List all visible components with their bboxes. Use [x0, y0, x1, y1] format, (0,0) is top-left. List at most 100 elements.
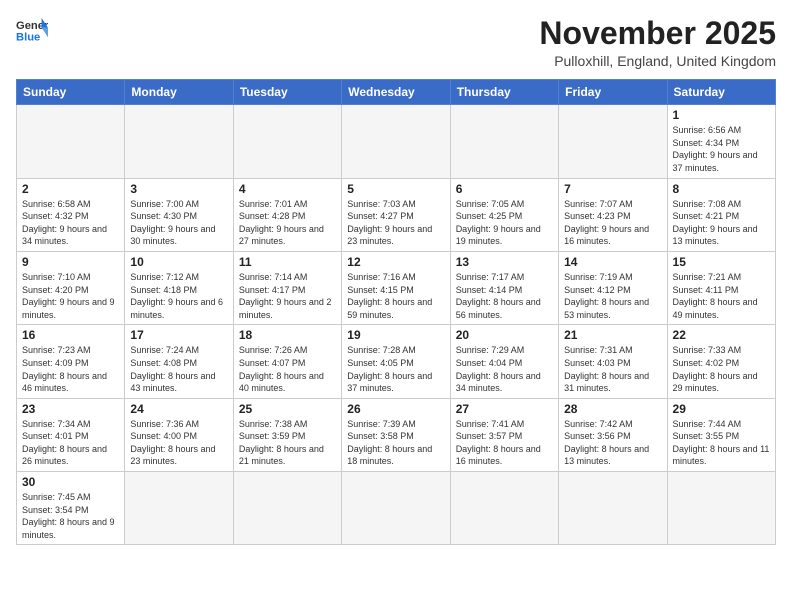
- day-info: Sunrise: 7:05 AM Sunset: 4:25 PM Dayligh…: [456, 198, 553, 248]
- calendar-cell: 16Sunrise: 7:23 AM Sunset: 4:09 PM Dayli…: [17, 325, 125, 398]
- weekday-header-saturday: Saturday: [667, 80, 775, 105]
- calendar-week-2: 2 Sunrise: 6:58 AM Sunset: 4:32 PM Daylig…: [17, 178, 776, 251]
- calendar-cell: 14Sunrise: 7:19 AM Sunset: 4:12 PM Dayli…: [559, 251, 667, 324]
- day-info: Sunrise: 7:00 AM Sunset: 4:30 PM Dayligh…: [130, 198, 227, 248]
- day-info: Sunrise: 7:41 AM Sunset: 3:57 PM Dayligh…: [456, 418, 553, 468]
- calendar-cell: 9Sunrise: 7:10 AM Sunset: 4:20 PM Daylig…: [17, 251, 125, 324]
- day-info: Sunrise: 6:58 AM Sunset: 4:32 PM Dayligh…: [22, 198, 119, 248]
- day-number: 3: [130, 182, 227, 196]
- day-info: Sunrise: 7:26 AM Sunset: 4:07 PM Dayligh…: [239, 344, 336, 394]
- day-number: 24: [130, 402, 227, 416]
- month-title: November 2025: [539, 16, 776, 51]
- day-number: 6: [456, 182, 553, 196]
- day-number: 23: [22, 402, 119, 416]
- calendar-week-5: 23 Sunrise: 7:34 AM Sunset: 4:01 PM Dayli…: [17, 398, 776, 471]
- calendar-cell: [233, 472, 341, 545]
- calendar-cell: [125, 472, 233, 545]
- day-number: 12: [347, 255, 444, 269]
- calendar-cell: [667, 472, 775, 545]
- day-info: Sunrise: 7:45 AM Sunset: 3:54 PM Dayligh…: [22, 491, 119, 541]
- weekday-header-row: SundayMondayTuesdayWednesdayThursdayFrid…: [17, 80, 776, 105]
- day-number: 15: [673, 255, 770, 269]
- day-number: 17: [130, 328, 227, 342]
- day-number: 25: [239, 402, 336, 416]
- day-info: Sunrise: 7:24 AM Sunset: 4:08 PM Dayligh…: [130, 344, 227, 394]
- day-info: Sunrise: 7:28 AM Sunset: 4:05 PM Dayligh…: [347, 344, 444, 394]
- day-number: 1: [673, 108, 770, 122]
- calendar-cell: 15 Sunrise: 7:21 AM Sunset: 4:11 PM Dayli…: [667, 251, 775, 324]
- calendar-cell: [342, 472, 450, 545]
- calendar-cell: 29 Sunrise: 7:44 AM Sunset: 3:55 PM Dayli…: [667, 398, 775, 471]
- day-number: 7: [564, 182, 661, 196]
- calendar-cell: 18Sunrise: 7:26 AM Sunset: 4:07 PM Dayli…: [233, 325, 341, 398]
- day-number: 11: [239, 255, 336, 269]
- calendar-cell: 26 Sunrise: 7:39 AM Sunset: 3:58 PM Dayli…: [342, 398, 450, 471]
- calendar-cell: 8 Sunrise: 7:08 AM Sunset: 4:21 PM Daylig…: [667, 178, 775, 251]
- day-info: Sunrise: 6:56 AM Sunset: 4:34 PM Dayligh…: [673, 124, 770, 174]
- day-info: Sunrise: 7:33 AM Sunset: 4:02 PM Dayligh…: [673, 344, 770, 394]
- title-block: November 2025 Pulloxhill, England, Unite…: [539, 16, 776, 69]
- day-info: Sunrise: 7:36 AM Sunset: 4:00 PM Dayligh…: [130, 418, 227, 468]
- logo: General Blue: [16, 16, 48, 44]
- weekday-header-tuesday: Tuesday: [233, 80, 341, 105]
- day-info: Sunrise: 7:39 AM Sunset: 3:58 PM Dayligh…: [347, 418, 444, 468]
- page-header: General Blue November 2025 Pulloxhill, E…: [16, 16, 776, 69]
- day-info: Sunrise: 7:21 AM Sunset: 4:11 PM Dayligh…: [673, 271, 770, 321]
- day-number: 8: [673, 182, 770, 196]
- weekday-header-sunday: Sunday: [17, 80, 125, 105]
- calendar-cell: 11 Sunrise: 7:14 AM Sunset: 4:17 PM Dayli…: [233, 251, 341, 324]
- day-info: Sunrise: 7:08 AM Sunset: 4:21 PM Dayligh…: [673, 198, 770, 248]
- weekday-header-monday: Monday: [125, 80, 233, 105]
- weekday-header-friday: Friday: [559, 80, 667, 105]
- day-number: 9: [22, 255, 119, 269]
- calendar-cell: [559, 472, 667, 545]
- day-number: 30: [22, 475, 119, 489]
- calendar-cell: 2 Sunrise: 6:58 AM Sunset: 4:32 PM Daylig…: [17, 178, 125, 251]
- calendar-cell: 6 Sunrise: 7:05 AM Sunset: 4:25 PM Daylig…: [450, 178, 558, 251]
- day-info: Sunrise: 7:31 AM Sunset: 4:03 PM Dayligh…: [564, 344, 661, 394]
- calendar-week-1: 1 Sunrise: 6:56 AM Sunset: 4:34 PM Daylig…: [17, 105, 776, 178]
- calendar-cell: 23 Sunrise: 7:34 AM Sunset: 4:01 PM Dayli…: [17, 398, 125, 471]
- calendar-cell: 27 Sunrise: 7:41 AM Sunset: 3:57 PM Dayli…: [450, 398, 558, 471]
- calendar-week-4: 16Sunrise: 7:23 AM Sunset: 4:09 PM Dayli…: [17, 325, 776, 398]
- day-info: Sunrise: 7:14 AM Sunset: 4:17 PM Dayligh…: [239, 271, 336, 321]
- day-info: Sunrise: 7:38 AM Sunset: 3:59 PM Dayligh…: [239, 418, 336, 468]
- calendar-cell: 24 Sunrise: 7:36 AM Sunset: 4:00 PM Dayli…: [125, 398, 233, 471]
- day-info: Sunrise: 7:34 AM Sunset: 4:01 PM Dayligh…: [22, 418, 119, 468]
- calendar-cell: [450, 472, 558, 545]
- day-number: 2: [22, 182, 119, 196]
- day-info: Sunrise: 7:03 AM Sunset: 4:27 PM Dayligh…: [347, 198, 444, 248]
- calendar-cell: 21 Sunrise: 7:31 AM Sunset: 4:03 PM Dayli…: [559, 325, 667, 398]
- calendar-cell: 4 Sunrise: 7:01 AM Sunset: 4:28 PM Daylig…: [233, 178, 341, 251]
- calendar-cell: 22 Sunrise: 7:33 AM Sunset: 4:02 PM Dayli…: [667, 325, 775, 398]
- day-number: 4: [239, 182, 336, 196]
- calendar-cell: [233, 105, 341, 178]
- calendar-table: SundayMondayTuesdayWednesdayThursdayFrid…: [16, 79, 776, 545]
- calendar-week-6: 30 Sunrise: 7:45 AM Sunset: 3:54 PM Dayli…: [17, 472, 776, 545]
- calendar-cell: [559, 105, 667, 178]
- day-info: Sunrise: 7:17 AM Sunset: 4:14 PM Dayligh…: [456, 271, 553, 321]
- day-number: 21: [564, 328, 661, 342]
- day-info: Sunrise: 7:19 AM Sunset: 4:12 PM Dayligh…: [564, 271, 661, 321]
- calendar-cell: 7Sunrise: 7:07 AM Sunset: 4:23 PM Daylig…: [559, 178, 667, 251]
- day-info: Sunrise: 7:29 AM Sunset: 4:04 PM Dayligh…: [456, 344, 553, 394]
- day-info: Sunrise: 7:42 AM Sunset: 3:56 PM Dayligh…: [564, 418, 661, 468]
- day-info: Sunrise: 7:01 AM Sunset: 4:28 PM Dayligh…: [239, 198, 336, 248]
- day-number: 29: [673, 402, 770, 416]
- weekday-header-thursday: Thursday: [450, 80, 558, 105]
- day-number: 26: [347, 402, 444, 416]
- day-info: Sunrise: 7:44 AM Sunset: 3:55 PM Dayligh…: [673, 418, 770, 468]
- calendar-cell: 10Sunrise: 7:12 AM Sunset: 4:18 PM Dayli…: [125, 251, 233, 324]
- day-number: 19: [347, 328, 444, 342]
- svg-text:Blue: Blue: [16, 31, 40, 43]
- day-number: 27: [456, 402, 553, 416]
- calendar-cell: 17 Sunrise: 7:24 AM Sunset: 4:08 PM Dayli…: [125, 325, 233, 398]
- calendar-cell: 5Sunrise: 7:03 AM Sunset: 4:27 PM Daylig…: [342, 178, 450, 251]
- calendar-cell: 1 Sunrise: 6:56 AM Sunset: 4:34 PM Daylig…: [667, 105, 775, 178]
- calendar-cell: 30 Sunrise: 7:45 AM Sunset: 3:54 PM Dayli…: [17, 472, 125, 545]
- day-number: 22: [673, 328, 770, 342]
- day-number: 28: [564, 402, 661, 416]
- calendar-cell: [450, 105, 558, 178]
- day-number: 20: [456, 328, 553, 342]
- calendar-cell: [342, 105, 450, 178]
